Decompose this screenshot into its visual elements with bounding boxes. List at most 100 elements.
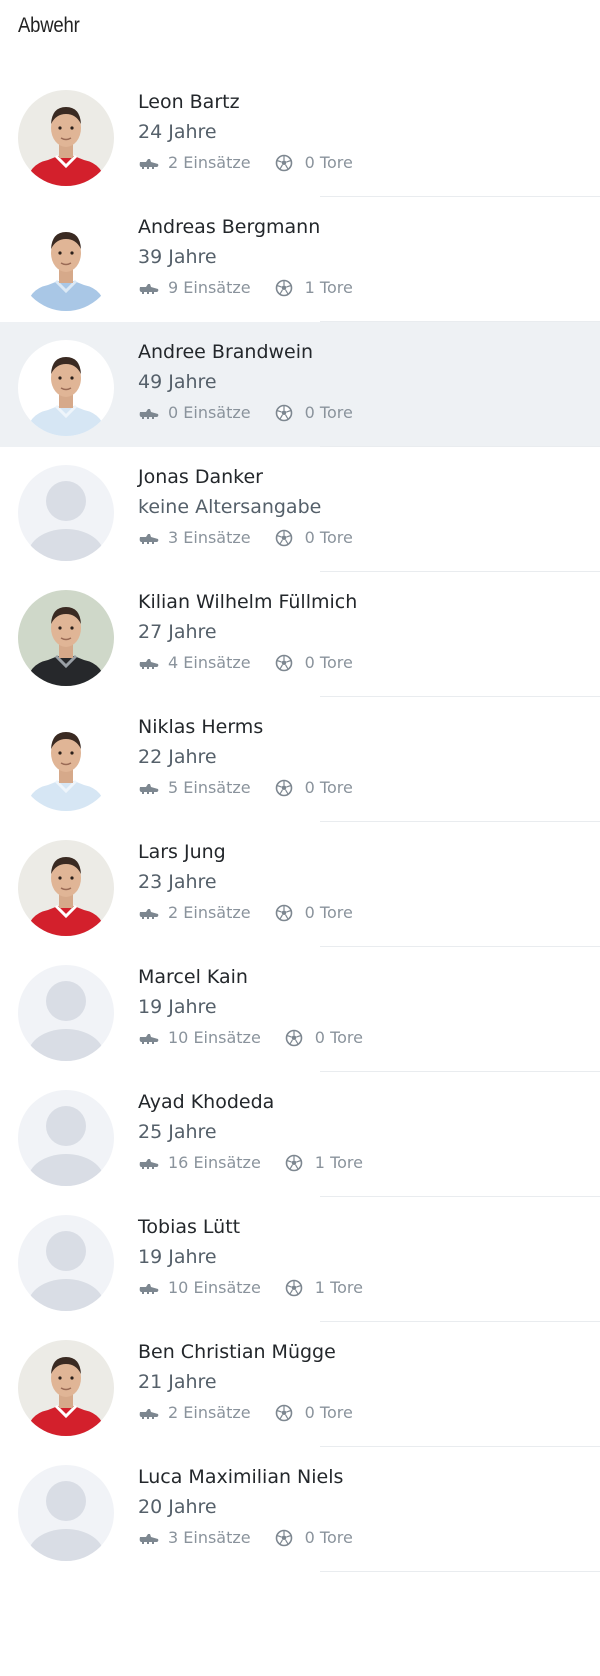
goals-count: 0 Tore	[304, 1528, 353, 1547]
player-row-9[interactable]: Ayad Khodeda 25 Jahre 16 Einsätze 1 Tore	[0, 1072, 600, 1197]
appearances-count: 0 Einsätze	[168, 403, 251, 422]
player-stats: 2 Einsätze 0 Tore	[138, 903, 353, 922]
player-age: 20 Jahre	[138, 1496, 217, 1518]
goals-count: 0 Tore	[314, 1028, 363, 1047]
player-name: Kilian Wilhelm Füllmich	[138, 591, 358, 613]
goals-count: 0 Tore	[304, 1403, 353, 1422]
player-avatar	[18, 465, 114, 561]
player-avatar	[18, 340, 114, 436]
player-name: Andree Brandwein	[138, 341, 314, 363]
player-stats: 0 Einsätze 0 Tore	[138, 403, 353, 422]
football-icon	[275, 529, 297, 546]
goals-count: 0 Tore	[304, 653, 353, 672]
player-avatar	[18, 965, 114, 1061]
player-stats: 9 Einsätze 1 Tore	[138, 278, 353, 297]
player-avatar	[18, 90, 114, 186]
player-row-8[interactable]: Marcel Kain 19 Jahre 10 Einsätze 0 Tore	[0, 947, 600, 1072]
appearances-count: 3 Einsätze	[168, 528, 251, 547]
player-name: Jonas Danker	[138, 466, 263, 488]
player-name: Ayad Khodeda	[138, 1091, 275, 1113]
player-age: 21 Jahre	[138, 1371, 217, 1393]
player-age: 23 Jahre	[138, 871, 217, 893]
football-boot-icon	[138, 1530, 160, 1546]
player-age: 19 Jahre	[138, 996, 217, 1018]
player-name: Leon Bartz	[138, 91, 240, 113]
player-avatar	[18, 1340, 114, 1436]
appearances-count: 2 Einsätze	[168, 903, 251, 922]
goals-count: 0 Tore	[304, 778, 353, 797]
goals-count: 0 Tore	[304, 403, 353, 422]
goals-count: 1 Tore	[304, 278, 353, 297]
player-age: 39 Jahre	[138, 246, 217, 268]
player-avatar	[18, 1090, 114, 1186]
football-icon	[285, 1154, 307, 1171]
player-name: Niklas Herms	[138, 716, 264, 738]
player-row-5[interactable]: Kilian Wilhelm Füllmich 27 Jahre 4 Einsä…	[0, 572, 600, 697]
football-icon	[275, 1529, 297, 1546]
player-avatar	[18, 1215, 114, 1311]
football-boot-icon	[138, 1405, 160, 1421]
player-avatar	[18, 715, 114, 811]
player-avatar	[18, 590, 114, 686]
player-row-12[interactable]: Luca Maximilian Niels 20 Jahre 3 Einsätz…	[0, 1447, 600, 1572]
player-row-4[interactable]: Jonas Danker keine Altersangabe 3 Einsät…	[0, 447, 600, 572]
player-name: Ben Christian Mügge	[138, 1341, 336, 1363]
goals-count: 0 Tore	[304, 528, 353, 547]
player-stats: 3 Einsätze 0 Tore	[138, 1528, 353, 1547]
player-stats: 10 Einsätze 0 Tore	[138, 1028, 363, 1047]
player-stats: 4 Einsätze 0 Tore	[138, 653, 353, 672]
goals-count: 1 Tore	[314, 1278, 363, 1297]
player-stats: 2 Einsätze 0 Tore	[138, 153, 353, 172]
football-icon	[275, 779, 297, 796]
appearances-count: 4 Einsätze	[168, 653, 251, 672]
football-boot-icon	[138, 1155, 160, 1171]
appearances-count: 10 Einsätze	[168, 1028, 261, 1047]
appearances-count: 5 Einsätze	[168, 778, 251, 797]
player-row-3[interactable]: Andree Brandwein 49 Jahre 0 Einsätze 0 T…	[0, 322, 600, 447]
appearances-count: 9 Einsätze	[168, 278, 251, 297]
goals-count: 1 Tore	[314, 1153, 363, 1172]
football-boot-icon	[138, 780, 160, 796]
player-stats: 16 Einsätze 1 Tore	[138, 1153, 363, 1172]
player-row-7[interactable]: Lars Jung 23 Jahre 2 Einsätze 0 Tore	[0, 822, 600, 947]
player-age: 25 Jahre	[138, 1121, 217, 1143]
section-title: Abwehr	[18, 14, 80, 37]
player-row-1[interactable]: Leon Bartz 24 Jahre 2 Einsätze 0 Tore	[0, 72, 600, 197]
player-avatar	[18, 215, 114, 311]
player-row-11[interactable]: Ben Christian Mügge 21 Jahre 2 Einsätze	[0, 1322, 600, 1447]
appearances-count: 10 Einsätze	[168, 1278, 261, 1297]
player-name: Luca Maximilian Niels	[138, 1466, 344, 1488]
football-icon	[275, 279, 297, 296]
football-boot-icon	[138, 530, 160, 546]
football-boot-icon	[138, 905, 160, 921]
football-icon	[275, 904, 297, 921]
football-icon	[275, 1404, 297, 1421]
player-avatar	[18, 1465, 114, 1561]
player-stats: 10 Einsätze 1 Tore	[138, 1278, 363, 1297]
player-age: 27 Jahre	[138, 621, 217, 643]
football-boot-icon	[138, 280, 160, 296]
football-boot-icon	[138, 655, 160, 671]
appearances-count: 2 Einsätze	[168, 1403, 251, 1422]
football-icon	[285, 1029, 307, 1046]
football-icon	[285, 1279, 307, 1296]
player-stats: 5 Einsätze 0 Tore	[138, 778, 353, 797]
football-icon	[275, 654, 297, 671]
goals-count: 0 Tore	[304, 153, 353, 172]
player-row-10[interactable]: Tobias Lütt 19 Jahre 10 Einsätze 1 Tore	[0, 1197, 600, 1322]
player-stats: 2 Einsätze 0 Tore	[138, 1403, 353, 1422]
football-boot-icon	[138, 155, 160, 171]
football-icon	[275, 404, 297, 421]
player-age: 22 Jahre	[138, 746, 217, 768]
player-row-6[interactable]: Niklas Herms 22 Jahre 5 Einsätze 0 Tore	[0, 697, 600, 822]
appearances-count: 2 Einsätze	[168, 153, 251, 172]
player-name: Tobias Lütt	[138, 1216, 241, 1238]
football-boot-icon	[138, 405, 160, 421]
football-boot-icon	[138, 1030, 160, 1046]
player-name: Lars Jung	[138, 841, 226, 863]
player-name: Marcel Kain	[138, 966, 248, 988]
appearances-count: 16 Einsätze	[168, 1153, 261, 1172]
player-age: 19 Jahre	[138, 1246, 217, 1268]
player-row-2[interactable]: Andreas Bergmann 39 Jahre 9 Einsätze 1 T…	[0, 197, 600, 322]
row-divider	[320, 1571, 600, 1572]
